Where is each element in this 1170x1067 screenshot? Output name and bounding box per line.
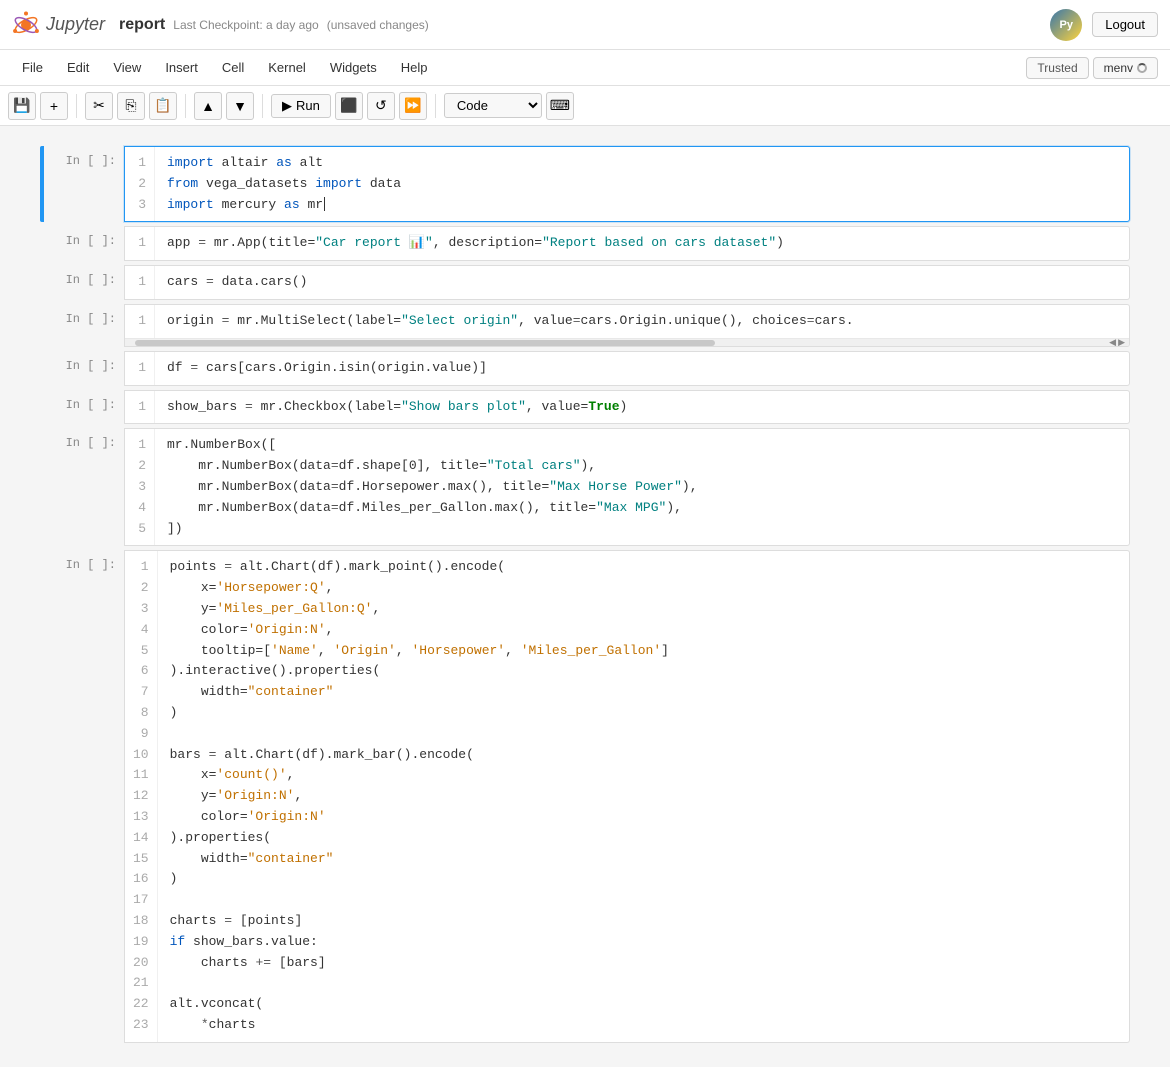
- cell-7[interactable]: In [ ]: 12345 mr.NumberBox([ mr.NumberBo…: [40, 428, 1130, 546]
- save-button[interactable]: 💾: [8, 92, 36, 120]
- keyboard-shortcuts-button[interactable]: ⌨: [546, 92, 574, 120]
- cell-content-5[interactable]: 1 df = cars[cars.Origin.isin(origin.valu…: [124, 351, 1130, 386]
- unsaved-changes: (unsaved changes): [327, 18, 429, 32]
- notebook-title-area: report Last Checkpoint: a day ago (unsav…: [119, 16, 1042, 34]
- cell-prompt-4: In [ ]:: [44, 304, 124, 347]
- cell-4[interactable]: In [ ]: 1 origin = mr.MultiSelect(label=…: [40, 304, 1130, 347]
- line-numbers-4: 1: [125, 305, 155, 338]
- code-content-4[interactable]: origin = mr.MultiSelect(label="Select or…: [155, 305, 1129, 338]
- line-numbers-8: 12345 678910 1112131415 1617181920 21222…: [125, 551, 158, 1041]
- restart-run-button[interactable]: ⏩: [399, 92, 427, 120]
- cell-type-select[interactable]: Code Markdown Raw: [444, 93, 542, 118]
- scroll-thumb-4: [135, 340, 715, 346]
- cell-content-7[interactable]: 12345 mr.NumberBox([ mr.NumberBox(data=d…: [124, 428, 1130, 546]
- cell-content-4[interactable]: 1 origin = mr.MultiSelect(label="Select …: [124, 304, 1130, 347]
- menv-label: menv: [1104, 61, 1133, 75]
- menv-button[interactable]: menv: [1093, 57, 1158, 79]
- menu-kernel[interactable]: Kernel: [258, 56, 316, 79]
- notebook-container: In [ ]: 123 import altair as alt from ve…: [0, 126, 1170, 1067]
- jupyter-icon: [12, 11, 40, 39]
- menu-cell[interactable]: Cell: [212, 56, 254, 79]
- cell-prompt-3: In [ ]:: [44, 265, 124, 300]
- line-numbers-3: 1: [125, 266, 155, 299]
- code-content-7[interactable]: mr.NumberBox([ mr.NumberBox(data=df.shap…: [155, 429, 1129, 545]
- line-numbers-6: 1: [125, 391, 155, 424]
- add-cell-button[interactable]: +: [40, 92, 68, 120]
- move-up-button[interactable]: ▲: [194, 92, 222, 120]
- cell-3[interactable]: In [ ]: 1 cars = data.cars(): [40, 265, 1130, 300]
- cell-8[interactable]: In [ ]: 12345 678910 1112131415 16171819…: [40, 550, 1130, 1042]
- cell-content-2[interactable]: 1 app = mr.App(title="Car report 📊", des…: [124, 226, 1130, 261]
- interrupt-button[interactable]: ⬛: [335, 92, 363, 120]
- python-logo: Py: [1050, 9, 1082, 41]
- toolbar-separator-1: [76, 94, 77, 118]
- cell-5[interactable]: In [ ]: 1 df = cars[cars.Origin.isin(ori…: [40, 351, 1130, 386]
- menu-bar: File Edit View Insert Cell Kernel Widget…: [0, 50, 1170, 86]
- code-content-8[interactable]: points = alt.Chart(df).mark_point().enco…: [158, 551, 1129, 1041]
- move-down-button[interactable]: ▼: [226, 92, 254, 120]
- menu-file[interactable]: File: [12, 56, 53, 79]
- line-numbers-5: 1: [125, 352, 155, 385]
- cell-prompt-2: In [ ]:: [44, 226, 124, 261]
- menu-edit[interactable]: Edit: [57, 56, 99, 79]
- cell-content-1[interactable]: 123 import altair as alt from vega_datas…: [124, 146, 1130, 222]
- line-numbers-7: 12345: [125, 429, 155, 545]
- cell-prompt-7: In [ ]:: [44, 428, 124, 546]
- line-numbers-2: 1: [125, 227, 155, 260]
- cell-prompt-8: In [ ]:: [44, 550, 124, 1042]
- checkpoint-info: Last Checkpoint: a day ago: [173, 18, 318, 32]
- horizontal-scrollbar-4[interactable]: ◀ ▶: [125, 338, 1129, 346]
- kernel-spinner: [1137, 63, 1147, 73]
- run-icon: ▶: [282, 98, 292, 114]
- cell-content-6[interactable]: 1 show_bars = mr.Checkbox(label="Show ba…: [124, 390, 1130, 425]
- cell-prompt-6: In [ ]:: [44, 390, 124, 425]
- toolbar-separator-4: [435, 94, 436, 118]
- menu-insert[interactable]: Insert: [155, 56, 208, 79]
- cell-prompt-5: In [ ]:: [44, 351, 124, 386]
- run-button[interactable]: ▶ Run: [271, 94, 331, 118]
- restart-button[interactable]: ↺: [367, 92, 395, 120]
- copy-button[interactable]: ⎘: [117, 92, 145, 120]
- cell-2[interactable]: In [ ]: 1 app = mr.App(title="Car report…: [40, 226, 1130, 261]
- jupyter-wordmark: Jupyter: [46, 14, 105, 35]
- menu-help[interactable]: Help: [391, 56, 438, 79]
- paste-button[interactable]: 📋: [149, 92, 177, 120]
- notebook-name[interactable]: report: [119, 16, 165, 34]
- menu-view[interactable]: View: [103, 56, 151, 79]
- code-content-2[interactable]: app = mr.App(title="Car report 📊", descr…: [155, 227, 1129, 260]
- trusted-badge: Trusted: [1026, 57, 1088, 79]
- toolbar: 💾 + ✂ ⎘ 📋 ▲ ▼ ▶ Run ⬛ ↺ ⏩ Code Markdown …: [0, 86, 1170, 126]
- line-numbers-1: 123: [125, 147, 155, 221]
- jupyter-logo: Jupyter: [12, 11, 105, 39]
- cell-1[interactable]: In [ ]: 123 import altair as alt from ve…: [40, 146, 1130, 222]
- toolbar-separator-3: [262, 94, 263, 118]
- cell-prompt-1: In [ ]:: [44, 146, 124, 222]
- logout-button[interactable]: Logout: [1092, 12, 1158, 37]
- cell-content-3[interactable]: 1 cars = data.cars(): [124, 265, 1130, 300]
- code-content-3[interactable]: cars = data.cars(): [155, 266, 1129, 299]
- top-right-area: Py Logout: [1050, 9, 1158, 41]
- cut-button[interactable]: ✂: [85, 92, 113, 120]
- run-label: Run: [296, 98, 320, 113]
- code-content-1[interactable]: import altair as alt from vega_datasets …: [155, 147, 1129, 221]
- toolbar-separator-2: [185, 94, 186, 118]
- code-content-6[interactable]: show_bars = mr.Checkbox(label="Show bars…: [155, 391, 1129, 424]
- cell-content-8[interactable]: 12345 678910 1112131415 1617181920 21222…: [124, 550, 1130, 1042]
- code-content-5[interactable]: df = cars[cars.Origin.isin(origin.value)…: [155, 352, 1129, 385]
- cell-6[interactable]: In [ ]: 1 show_bars = mr.Checkbox(label=…: [40, 390, 1130, 425]
- top-navbar: Jupyter report Last Checkpoint: a day ag…: [0, 0, 1170, 50]
- menu-widgets[interactable]: Widgets: [320, 56, 387, 79]
